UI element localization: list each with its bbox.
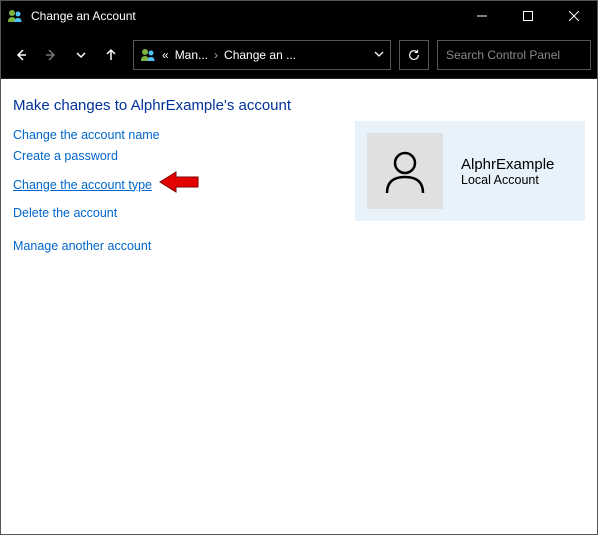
search-box[interactable] (437, 40, 591, 70)
recent-locations-button[interactable] (67, 41, 95, 69)
titlebar: Change an Account (1, 1, 597, 31)
content-area: Make changes to AlphrExample's account C… (1, 79, 597, 534)
left-column: Make changes to AlphrExample's account C… (13, 97, 335, 260)
breadcrumb-item[interactable]: Change an ... (224, 48, 296, 62)
back-button[interactable] (7, 41, 35, 69)
account-type: Local Account (461, 173, 554, 187)
window-title: Change an Account (31, 9, 459, 23)
change-account-name-link[interactable]: Change the account name (13, 128, 160, 142)
maximize-button[interactable] (505, 1, 551, 31)
close-button[interactable] (551, 1, 597, 31)
search-input[interactable] (446, 48, 598, 62)
window: Change an Account (0, 0, 598, 535)
address-bar[interactable]: « Man... › Change an ... (133, 40, 391, 70)
refresh-button[interactable] (399, 40, 429, 70)
manage-another-account-link[interactable]: Manage another account (13, 239, 151, 253)
account-name: AlphrExample (461, 156, 554, 173)
window-controls (459, 1, 597, 31)
arrow-pointer-icon (158, 170, 200, 199)
user-accounts-icon (7, 8, 23, 24)
up-button[interactable] (97, 41, 125, 69)
account-card: AlphrExample Local Account (355, 121, 585, 221)
page-title: Make changes to AlphrExample's account (13, 97, 335, 114)
chevron-right-icon: › (214, 48, 218, 62)
user-accounts-icon (140, 47, 156, 63)
create-password-link[interactable]: Create a password (13, 149, 118, 163)
chevron-down-icon[interactable] (374, 48, 384, 62)
avatar (367, 133, 443, 209)
forward-button[interactable] (37, 41, 65, 69)
toolbar: « Man... › Change an ... (1, 31, 597, 79)
breadcrumb-item[interactable]: Man... (175, 48, 208, 62)
breadcrumb-prefix: « (162, 48, 169, 62)
delete-account-link[interactable]: Delete the account (13, 206, 117, 220)
minimize-button[interactable] (459, 1, 505, 31)
change-account-type-link[interactable]: Change the account type (13, 178, 152, 192)
account-info: AlphrExample Local Account (461, 156, 554, 187)
